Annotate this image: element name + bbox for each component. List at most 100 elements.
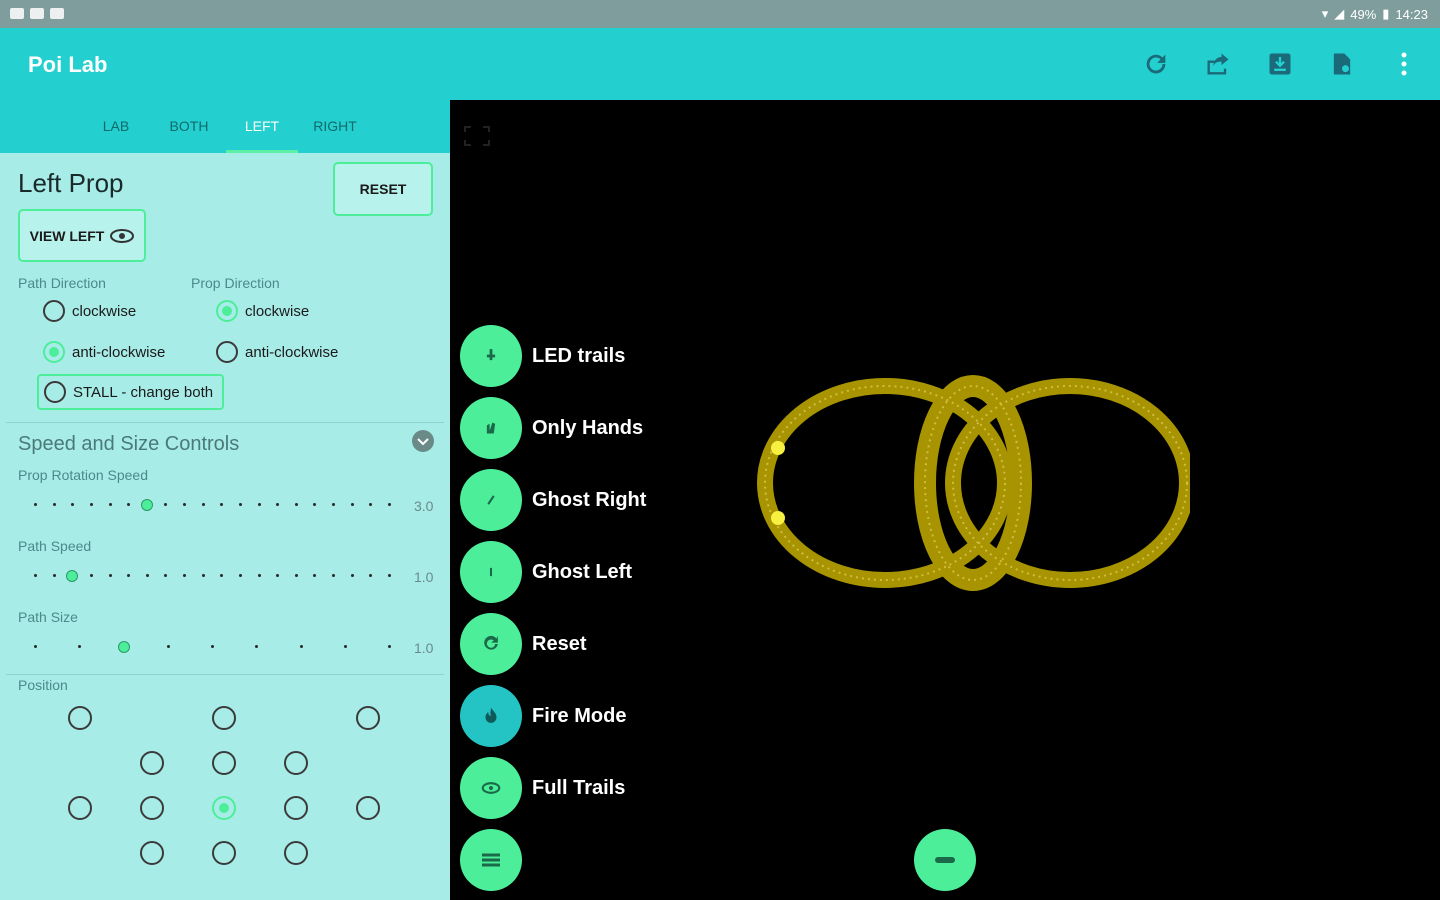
position-radio[interactable] — [284, 751, 308, 775]
battery-icon: ▮ — [1382, 6, 1390, 21]
led-icon — [486, 349, 496, 361]
slider-thumb[interactable] — [66, 570, 79, 582]
position-radio[interactable] — [140, 751, 164, 775]
share-button[interactable] — [1200, 46, 1236, 82]
position-radio[interactable] — [68, 796, 92, 820]
led-fab[interactable] — [460, 325, 522, 387]
refresh-button[interactable] — [1138, 46, 1174, 82]
menu-fab[interactable] — [460, 829, 522, 891]
eye-fab[interactable] — [460, 757, 522, 819]
prop-direction-label: Prop Direction — [191, 275, 280, 291]
view-left-button[interactable]: VIEW LEFT — [18, 209, 146, 262]
slider-tick — [369, 503, 373, 506]
slider-tick — [183, 503, 187, 506]
slider-tick — [201, 503, 205, 506]
position-radio[interactable] — [140, 841, 164, 865]
notification-icons — [10, 8, 64, 19]
position-radio[interactable] — [356, 706, 380, 730]
prop-rotation-slider[interactable] — [34, 498, 391, 512]
fullscreen-icon[interactable] — [464, 126, 490, 146]
path-size-slider[interactable] — [34, 640, 391, 654]
fab-menu-item-reset[interactable]: Reset — [460, 613, 586, 675]
position-radio[interactable] — [212, 841, 236, 865]
collapse-button[interactable] — [412, 430, 434, 452]
share-icon — [1207, 53, 1229, 75]
slider-tick — [238, 574, 242, 577]
led-dot — [771, 441, 785, 455]
overflow-menu-button[interactable] — [1386, 46, 1422, 82]
position-radio[interactable] — [140, 796, 164, 820]
refresh-icon — [1146, 54, 1166, 74]
path-anticlockwise-radio[interactable] — [43, 341, 65, 363]
fab-menu-item-full-trails[interactable]: Full Trails — [460, 757, 625, 819]
eye-icon — [110, 228, 135, 243]
fab-menu-label: LED trails — [532, 344, 626, 367]
divider — [6, 674, 444, 675]
slider-tick — [350, 574, 354, 577]
path-direction-label: Path Direction — [18, 275, 106, 291]
fab-menu-label: Full Trails — [532, 776, 626, 799]
download-button[interactable] — [1262, 46, 1298, 82]
prop-anticlockwise-radio[interactable] — [216, 341, 238, 363]
slider-tick — [127, 574, 131, 577]
outer-trail — [757, 378, 1190, 588]
slider-tick — [78, 645, 82, 648]
fab-menu-label: Fire Mode — [532, 704, 627, 727]
position-radio[interactable] — [212, 796, 236, 820]
hand-fab[interactable] — [460, 397, 522, 459]
clock: 14:23 — [1395, 6, 1428, 22]
slider-tick — [276, 574, 280, 577]
status-right: ▾ ◢ 49% ▮ 14:23 — [1322, 6, 1428, 22]
position-radio[interactable] — [68, 706, 92, 730]
slider-tick — [145, 574, 149, 577]
path-clockwise-radio[interactable] — [43, 300, 65, 322]
position-radio[interactable] — [212, 751, 236, 775]
fab-menu-item-only-hands[interactable]: Only Hands — [460, 397, 643, 459]
fab-menu-item-ghost-right[interactable]: Ghost Right — [460, 469, 646, 531]
slider-tick — [34, 503, 37, 506]
slider-thumb[interactable] — [140, 499, 153, 511]
slider-thumb[interactable] — [117, 641, 130, 653]
led-dot — [771, 511, 785, 525]
slider-tick — [71, 503, 75, 506]
eye-icon — [481, 782, 501, 794]
left-panel: LAB BOTH LEFT RIGHT Left Prop RESET VIEW… — [0, 100, 450, 900]
position-radio[interactable] — [356, 796, 380, 820]
save-file-button[interactable] — [1324, 46, 1360, 82]
fire-fab[interactable] — [460, 685, 522, 747]
ghost-left-fab[interactable] — [460, 541, 522, 603]
ghost-right-fab[interactable] — [460, 469, 522, 531]
panel-title: Left Prop — [18, 168, 124, 198]
slider-tick — [332, 574, 336, 577]
prop-anticlockwise-label: anti-clockwise — [245, 344, 339, 361]
more-vert-icon — [1401, 52, 1407, 76]
slider-tick — [313, 574, 317, 577]
fab-menu-item-led-trails[interactable]: LED trails — [460, 325, 625, 387]
reset-button[interactable]: RESET — [333, 162, 433, 216]
fab-menu-label: Ghost Right — [532, 488, 647, 511]
fab-menu-label: Ghost Left — [532, 560, 632, 583]
tab-left[interactable]: LEFT — [226, 100, 298, 153]
slider-tick — [166, 645, 170, 648]
tab-both[interactable]: BOTH — [158, 100, 220, 153]
slider-tick — [211, 645, 214, 648]
slider-tick — [89, 574, 93, 577]
tab-lab[interactable]: LAB — [90, 100, 142, 153]
position-radio[interactable] — [284, 841, 308, 865]
path-speed-slider[interactable] — [34, 569, 391, 583]
position-radio[interactable] — [212, 706, 236, 730]
fire-icon — [485, 707, 497, 723]
path-size-value: 1.0 — [414, 640, 434, 656]
poi-trail-canvas — [757, 375, 1190, 591]
position-radio[interactable] — [284, 796, 308, 820]
stall-toggle[interactable]: STALL - change both — [37, 374, 224, 410]
reset-fab[interactable] — [460, 613, 522, 675]
play-fab[interactable] — [914, 829, 976, 891]
slider-tick — [52, 503, 56, 506]
prop-clockwise-radio[interactable] — [216, 300, 238, 322]
slider-tick — [257, 503, 261, 506]
fab-menu-item-fire-mode[interactable]: Fire Mode — [460, 685, 626, 747]
fab-menu-label: Reset — [532, 632, 587, 655]
fab-menu-item-ghost-left[interactable]: Ghost Left — [460, 541, 632, 603]
tab-right[interactable]: RIGHT — [304, 100, 366, 153]
